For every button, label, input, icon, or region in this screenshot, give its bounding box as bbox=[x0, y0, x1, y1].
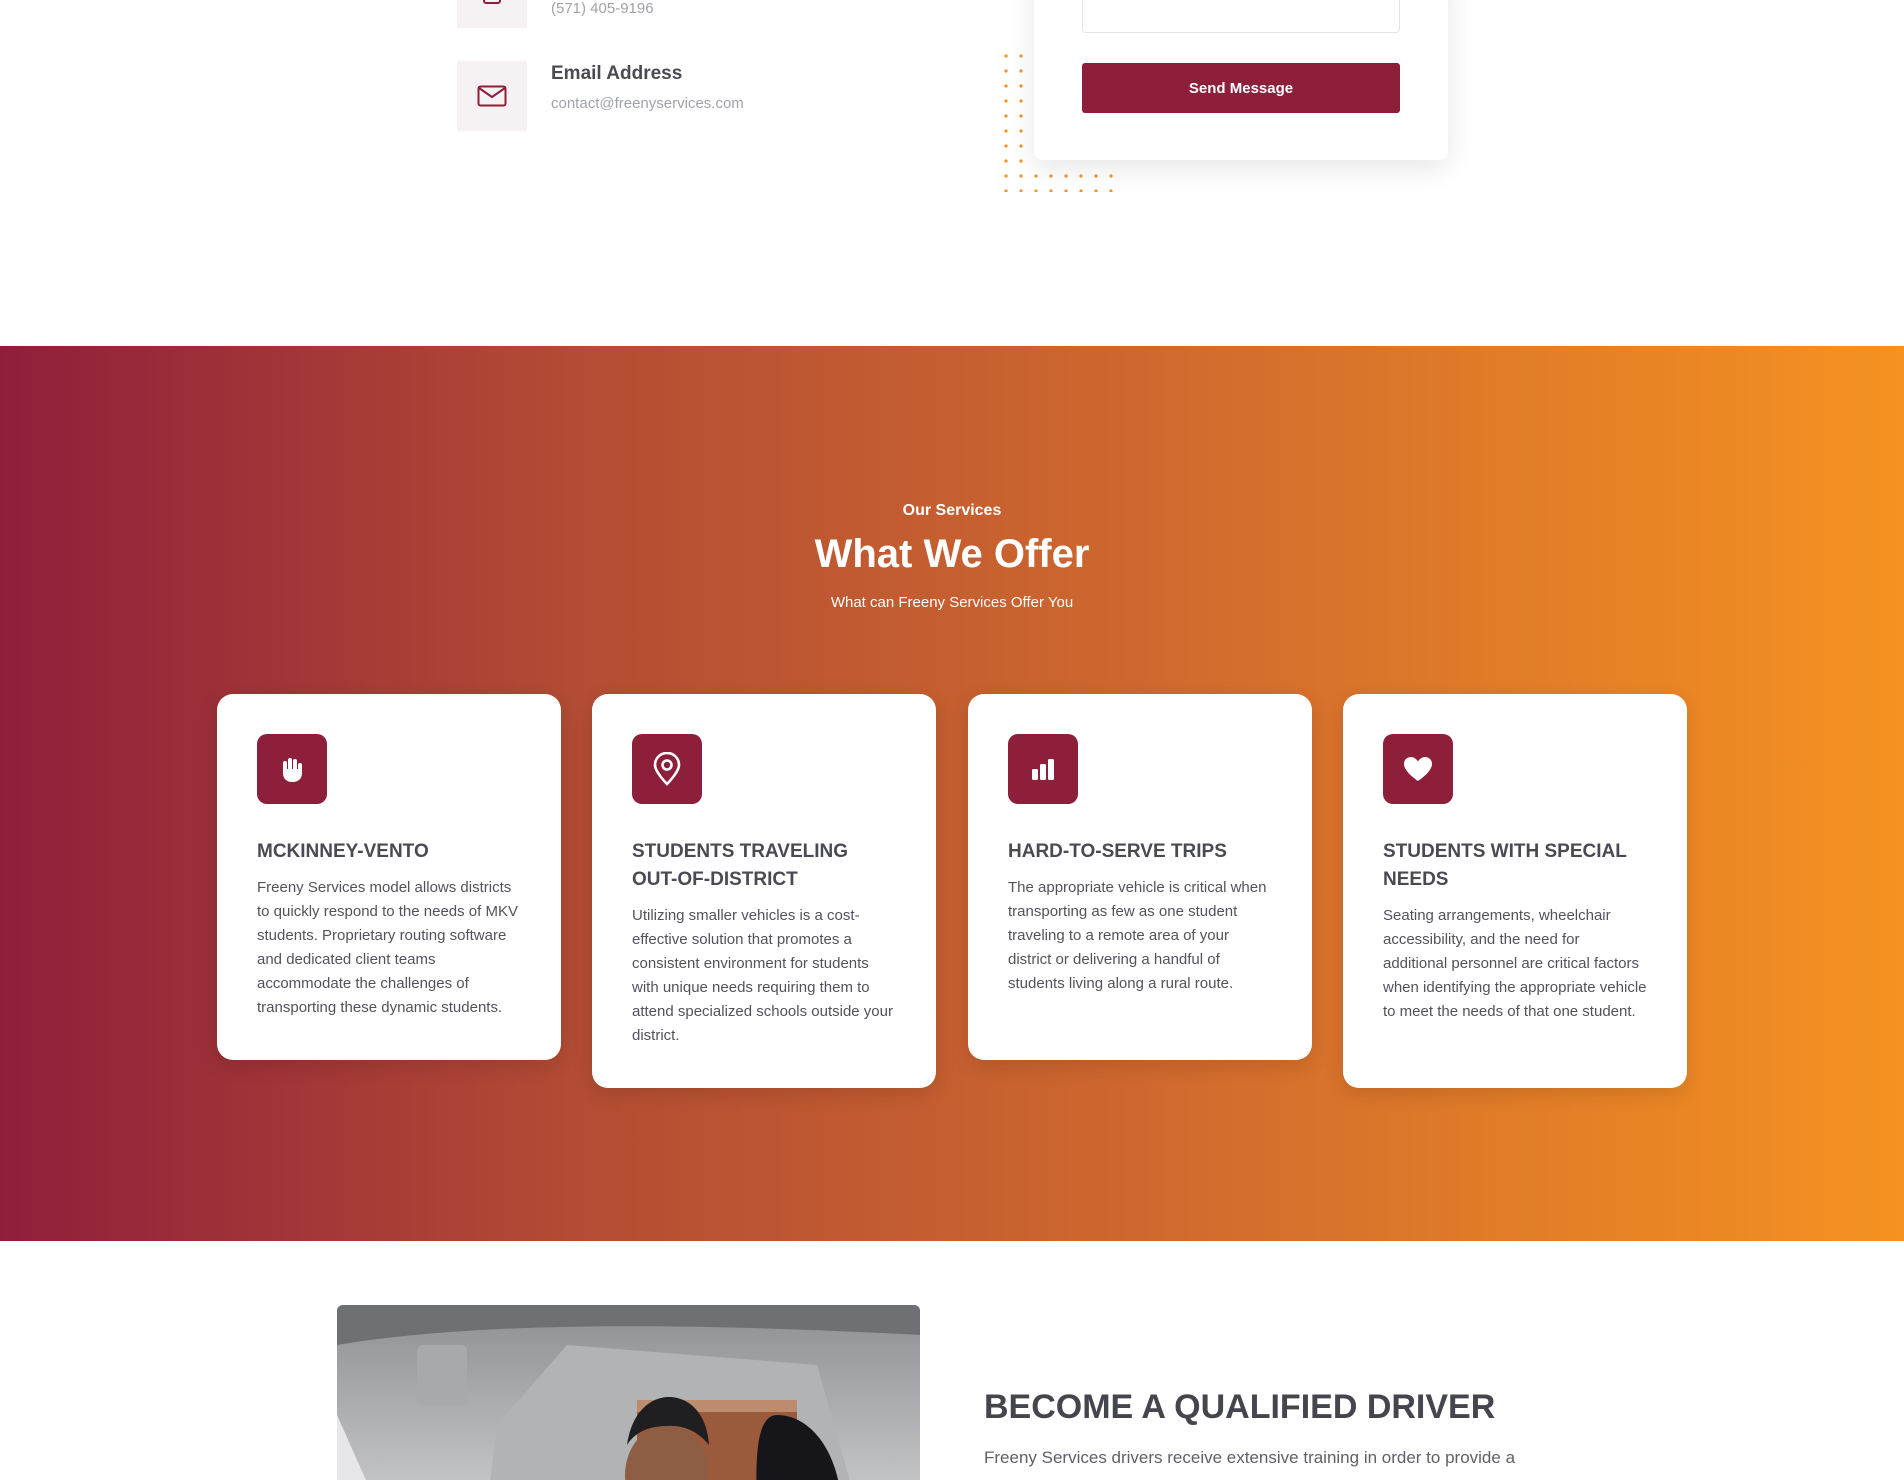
decorative-dot bbox=[1019, 114, 1023, 118]
heart-icon bbox=[1383, 734, 1453, 804]
service-card-hard-to-serve: HARD-TO-SERVE TRIPS The appropriate vehi… bbox=[968, 694, 1312, 1060]
decorative-dot bbox=[1004, 174, 1008, 178]
services-section: Our Services What We Offer What can Free… bbox=[0, 346, 1904, 1241]
decorative-dot bbox=[1034, 189, 1038, 192]
service-card-desc: The appropriate vehicle is critical when… bbox=[1008, 879, 1267, 992]
driver-description: Freeny Services drivers receive extensiv… bbox=[984, 1448, 1516, 1467]
decorative-dot bbox=[1004, 114, 1008, 118]
decorative-dot bbox=[1019, 69, 1023, 73]
driver-section: BECOME A QUALIFIED DRIVER Freeny Service… bbox=[0, 1241, 1904, 1480]
service-card-title: MCKINNEY-VENTO bbox=[257, 841, 429, 862]
decorative-dot bbox=[1019, 54, 1023, 58]
decorative-dot bbox=[1049, 174, 1053, 178]
service-card-title: HARD-TO-SERVE TRIPS bbox=[1008, 841, 1227, 862]
decorative-dot bbox=[1004, 84, 1008, 88]
decorative-dot bbox=[1094, 174, 1098, 178]
service-card-special-needs: STUDENTS WITH SPECIAL NEEDS Seating arra… bbox=[1343, 694, 1687, 1088]
service-card-desc: Utilizing smaller vehicles is a cost-eff… bbox=[632, 907, 893, 1044]
service-card-out-of-district: STUDENTS TRAVELING OUT-OF-DISTRICT Utili… bbox=[592, 694, 936, 1088]
service-card-title: STUDENTS TRAVELING OUT-OF-DISTRICT bbox=[632, 841, 849, 890]
decorative-dot bbox=[1019, 189, 1023, 192]
service-card-mckinney-vento: MCKINNEY-VENTO Freeny Services model all… bbox=[217, 694, 561, 1060]
decorative-dot bbox=[1019, 84, 1023, 88]
location-pin-icon bbox=[632, 734, 702, 804]
bar-chart-icon bbox=[1008, 734, 1078, 804]
decorative-dot bbox=[1109, 189, 1113, 192]
decorative-dot bbox=[1109, 174, 1113, 178]
services-heading: What We Offer bbox=[814, 532, 1090, 576]
decorative-dot bbox=[1079, 189, 1083, 192]
decorative-dot bbox=[1004, 159, 1008, 163]
contact-form-card: Send Message bbox=[1034, 0, 1448, 160]
decorative-dot bbox=[1019, 129, 1023, 133]
decorative-dot bbox=[1004, 144, 1008, 148]
service-card-desc: Seating arrangements, wheelchair accessi… bbox=[1383, 907, 1647, 1020]
decorative-dot bbox=[1064, 189, 1068, 192]
services-eyebrow: Our Services bbox=[902, 502, 1002, 519]
decorative-dot bbox=[1019, 99, 1023, 103]
decorative-dot bbox=[1019, 159, 1023, 163]
decorative-dot bbox=[1019, 174, 1023, 178]
decorative-dot bbox=[1049, 189, 1053, 192]
service-card-desc: Freeny Services model allows districts t… bbox=[257, 879, 518, 1016]
service-card-title: STUDENTS WITH SPECIAL NEEDS bbox=[1383, 841, 1627, 890]
decorative-dot bbox=[1004, 99, 1008, 103]
decorative-dot bbox=[1004, 69, 1008, 73]
decorative-dot bbox=[1004, 54, 1008, 58]
decorative-dot bbox=[1004, 129, 1008, 133]
decorative-dot bbox=[1034, 174, 1038, 178]
send-message-button[interactable]: Send Message bbox=[1082, 63, 1400, 113]
decorative-dot bbox=[1019, 144, 1023, 148]
decorative-dot bbox=[1004, 189, 1008, 192]
message-textarea[interactable] bbox=[1082, 0, 1400, 33]
decorative-dot bbox=[1079, 174, 1083, 178]
envelope-icon bbox=[457, 61, 527, 131]
driver-title: BECOME A QUALIFIED DRIVER bbox=[984, 1388, 1496, 1426]
contact-email: Email Address contact@freenyservices.com bbox=[457, 61, 744, 131]
phone-icon bbox=[457, 0, 527, 28]
decorative-dot bbox=[1094, 189, 1098, 192]
hand-icon bbox=[257, 734, 327, 804]
decorative-dot bbox=[1064, 174, 1068, 178]
services-subheading: What can Freeny Services Offer You bbox=[830, 594, 1074, 611]
email-value[interactable]: contact@freenyservices.com bbox=[551, 95, 744, 112]
driver-photo bbox=[337, 1305, 920, 1480]
contact-phone: (571) 405-9196 bbox=[457, 0, 654, 28]
email-title: Email Address bbox=[551, 63, 683, 84]
contact-section: (571) 405-9196 Email Address contact@fre… bbox=[0, 0, 1904, 346]
phone-value[interactable]: (571) 405-9196 bbox=[551, 0, 654, 17]
